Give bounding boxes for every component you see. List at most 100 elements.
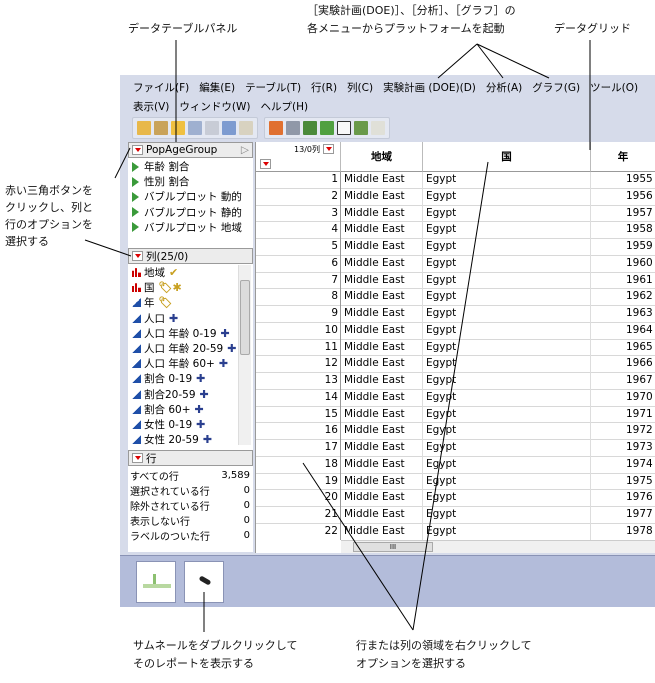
cell-year[interactable]: 1966	[626, 357, 653, 369]
continuous-modeling-type-icon[interactable]	[132, 419, 141, 429]
row-number[interactable]: 15	[325, 408, 338, 420]
cell-region[interactable]: Middle East	[344, 190, 405, 202]
menu-4[interactable]: 列(C)	[342, 80, 378, 95]
table-script[interactable]: 性別 割合	[128, 174, 253, 189]
cell-year[interactable]: 1974	[626, 458, 653, 470]
row-number[interactable]: 18	[325, 458, 338, 470]
cell-region[interactable]: Middle East	[344, 307, 405, 319]
scrollbar-thumb[interactable]: III	[353, 542, 433, 552]
table-row[interactable]: 18 Middle East Egypt 1974	[256, 457, 655, 474]
row-number[interactable]: 22	[325, 525, 338, 537]
table-row[interactable]: 8 Middle East Egypt 1962	[256, 289, 655, 307]
row-number[interactable]: 14	[325, 391, 338, 403]
red-triangle-icon[interactable]	[132, 453, 143, 463]
table-row[interactable]: 3 Middle East Egypt 1957	[256, 206, 655, 223]
cell-country[interactable]: Egypt	[426, 324, 456, 336]
cell-year[interactable]: 1961	[626, 274, 653, 286]
cell-region[interactable]: Middle East	[344, 508, 405, 520]
row-number[interactable]: 11	[325, 341, 338, 353]
new-table-icon[interactable]	[137, 121, 151, 135]
cell-country[interactable]: Egypt	[426, 341, 456, 353]
new-script-icon[interactable]	[154, 121, 168, 135]
fit-y-by-x-icon[interactable]	[337, 121, 351, 135]
menu-row2-1[interactable]: ウィンドウ(W)	[174, 99, 255, 114]
corner-cell[interactable]: 13/0列	[256, 142, 341, 172]
run-script-icon[interactable]	[132, 222, 139, 233]
cell-region[interactable]: Middle East	[344, 274, 405, 286]
table-row[interactable]: 7 Middle East Egypt 1961	[256, 273, 655, 290]
cell-region[interactable]: Middle East	[344, 357, 405, 369]
cell-region[interactable]: Middle East	[344, 525, 405, 537]
cell-region[interactable]: Middle East	[344, 290, 405, 302]
row-number[interactable]: 6	[331, 257, 338, 269]
red-triangle-icon[interactable]	[132, 251, 143, 261]
table-row[interactable]: 6 Middle East Egypt 1960	[256, 256, 655, 273]
menu-6[interactable]: 分析(A)	[481, 80, 527, 95]
cell-year[interactable]: 1958	[626, 223, 653, 235]
columns-scrollbar[interactable]	[238, 265, 251, 445]
cell-year[interactable]: 1955	[626, 173, 653, 185]
cell-country[interactable]: Egypt	[426, 190, 456, 202]
table-script[interactable]: バブルプロット 地域	[128, 220, 253, 235]
run-script-icon[interactable]	[132, 191, 139, 202]
continuous-modeling-type-icon[interactable]	[132, 374, 141, 384]
cell-year[interactable]: 1967	[626, 374, 653, 386]
cell-year[interactable]: 1964	[626, 324, 653, 336]
table-row[interactable]: 14 Middle East Egypt 1970	[256, 390, 655, 407]
menu-3[interactable]: 行(R)	[306, 80, 342, 95]
continuous-modeling-type-icon[interactable]	[132, 359, 141, 369]
menu-2[interactable]: テーブル(T)	[240, 80, 306, 95]
table-row[interactable]: 17 Middle East Egypt 1973	[256, 440, 655, 457]
save-icon[interactable]	[188, 121, 202, 135]
cut-icon[interactable]	[205, 121, 219, 135]
table-row[interactable]: 19 Middle East Egypt 1975	[256, 474, 655, 491]
cell-country[interactable]: Egypt	[426, 357, 456, 369]
cell-year[interactable]: 1972	[626, 424, 653, 436]
cell-year[interactable]: 1971	[626, 408, 653, 420]
column-item[interactable]: 割合20-59 ✚	[128, 387, 238, 402]
cell-country[interactable]: Egypt	[426, 307, 456, 319]
continuous-modeling-type-icon[interactable]	[132, 313, 141, 323]
column-item[interactable]: 国 🏷✱	[128, 280, 238, 295]
cell-year[interactable]: 1976	[626, 491, 653, 503]
table-row[interactable]: 15 Middle East Egypt 1971	[256, 407, 655, 424]
row-number[interactable]: 21	[325, 508, 338, 520]
edit-icon[interactable]	[371, 121, 385, 135]
cell-country[interactable]: Egypt	[426, 475, 456, 487]
row-number[interactable]: 8	[331, 290, 338, 302]
table-row[interactable]: 4 Middle East Egypt 1958	[256, 222, 655, 240]
scrollbar-thumb[interactable]	[240, 280, 250, 355]
cell-country[interactable]: Egypt	[426, 374, 456, 386]
run-script-icon[interactable]	[132, 161, 139, 172]
cell-region[interactable]: Middle East	[344, 324, 405, 336]
cell-region[interactable]: Middle East	[344, 424, 405, 436]
row-number[interactable]: 10	[325, 324, 338, 336]
table-script[interactable]: 年齢 割合	[128, 159, 253, 174]
continuous-modeling-type-icon[interactable]	[132, 344, 141, 354]
column-item[interactable]: 人口 ✚	[128, 311, 238, 326]
menu-1[interactable]: 編集(E)	[194, 80, 240, 95]
cell-country[interactable]: Egypt	[426, 240, 456, 252]
rows-red-triangle-icon[interactable]	[260, 159, 271, 169]
continuous-modeling-type-icon[interactable]	[132, 435, 141, 445]
cell-region[interactable]: Middle East	[344, 374, 405, 386]
cell-country[interactable]: Egypt	[426, 491, 456, 503]
column-item[interactable]: 人口 年齢 0-19 ✚	[128, 326, 238, 341]
cell-year[interactable]: 1973	[626, 441, 653, 453]
row-number[interactable]: 20	[325, 491, 338, 503]
copy-icon[interactable]	[222, 121, 236, 135]
menu-5[interactable]: 実験計画 (DOE)(D)	[378, 80, 481, 95]
nominal-modeling-type-icon[interactable]	[132, 283, 141, 293]
horizontal-scrollbar[interactable]: III	[341, 540, 655, 553]
cell-year[interactable]: 1963	[626, 307, 653, 319]
row-number[interactable]: 19	[325, 475, 338, 487]
cell-country[interactable]: Egypt	[426, 458, 456, 470]
table-row[interactable]: 12 Middle East Egypt 1966	[256, 356, 655, 374]
distribution-icon[interactable]	[320, 121, 334, 135]
cell-country[interactable]: Egypt	[426, 173, 456, 185]
rows-panel-header[interactable]: 行	[128, 450, 253, 466]
row-number[interactable]: 9	[331, 307, 338, 319]
cell-year[interactable]: 1970	[626, 391, 653, 403]
row-number[interactable]: 1	[331, 173, 338, 185]
run-script-icon[interactable]	[132, 176, 139, 187]
